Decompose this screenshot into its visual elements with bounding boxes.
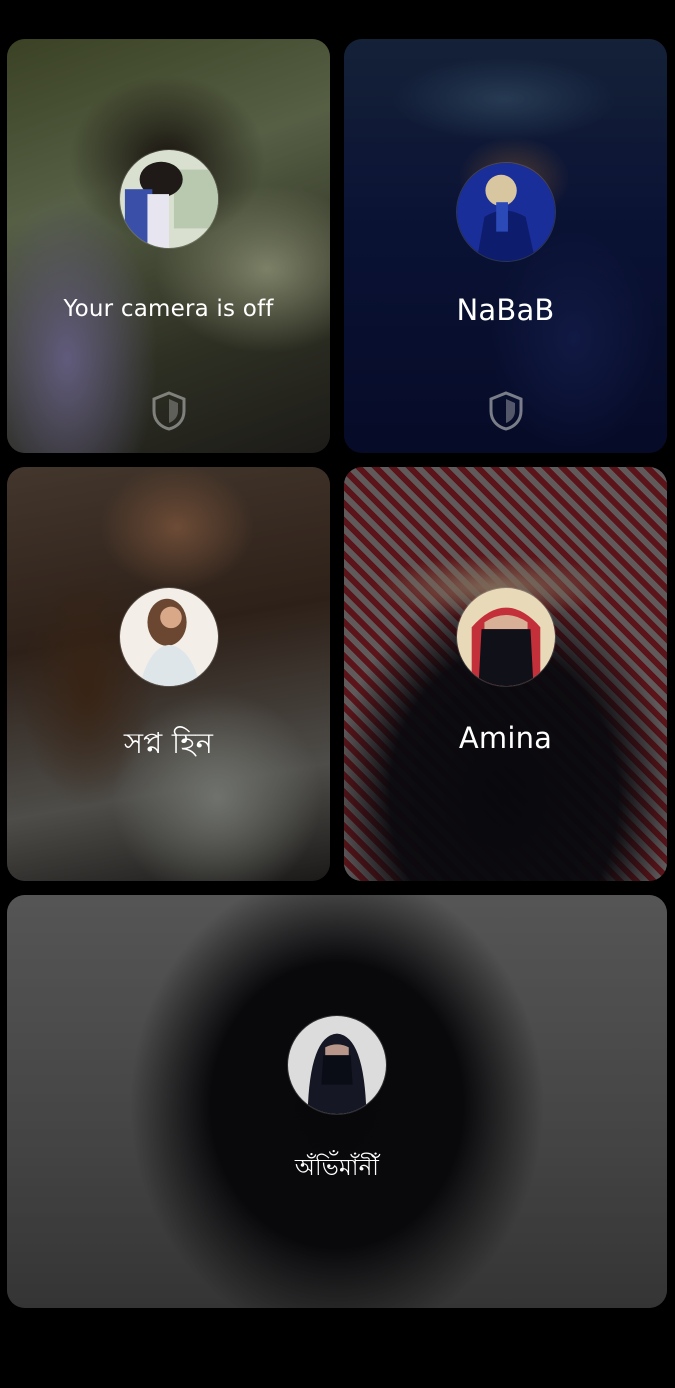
video-tile-self[interactable]: Your camera is off [7,39,330,453]
participant-name: Your camera is off [63,296,274,322]
avatar [288,1016,386,1114]
participant-name: সপ্ন হিন [123,726,214,760]
shield-icon [489,391,522,431]
video-tile-participant[interactable]: অঁভিঁমাঁনীঁ [7,895,667,1308]
avatar [456,163,555,261]
video-tile-participant[interactable]: Amina [344,467,667,881]
avatar [119,150,218,248]
video-tile-participant[interactable]: NaBaB [344,39,667,453]
video-tile-participant[interactable]: সপ্ন হিন [7,467,330,881]
avatar [119,588,218,686]
avatar [456,588,555,686]
participant-name: Amina [458,721,553,755]
shield-icon [152,391,185,431]
participant-name: অঁভিঁমাঁনীঁ [294,1155,380,1181]
participant-name: NaBaB [456,293,555,327]
